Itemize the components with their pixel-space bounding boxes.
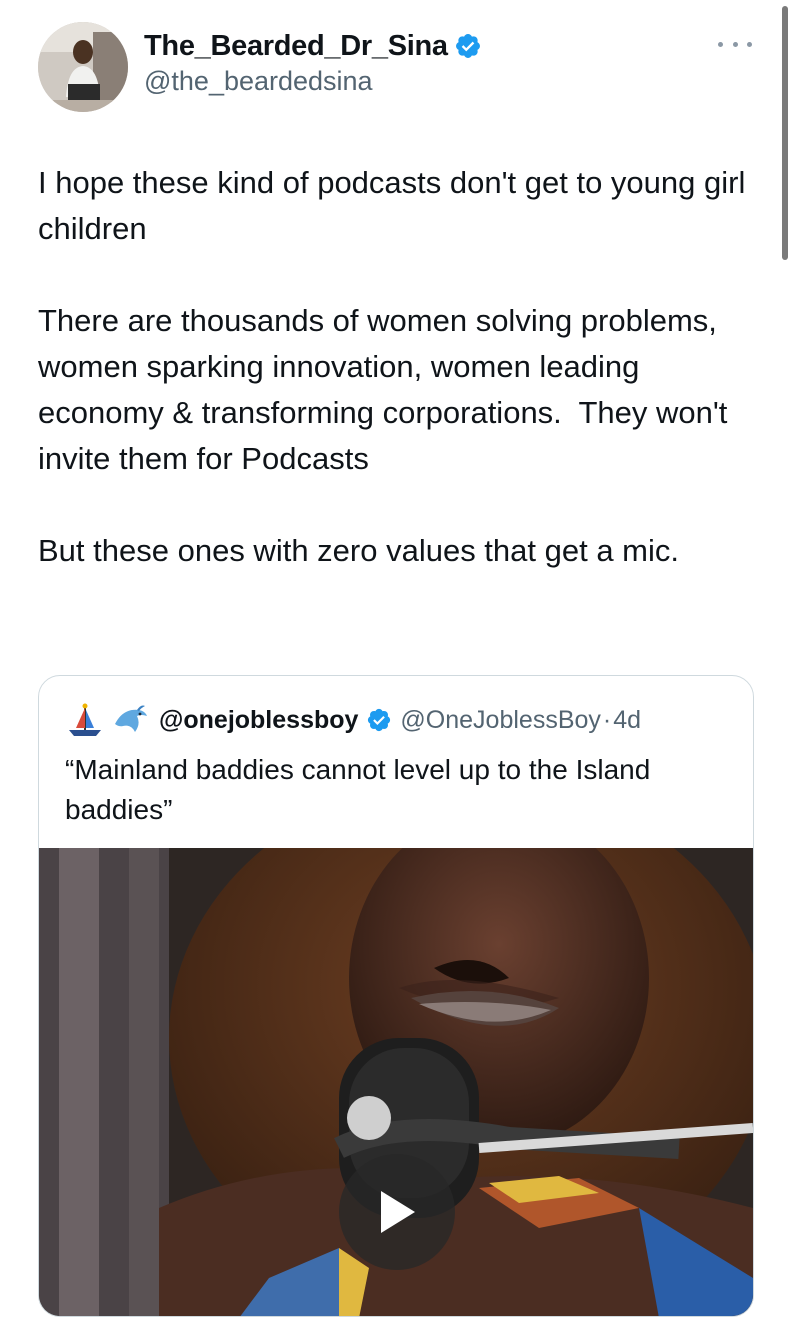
more-dot <box>747 41 752 47</box>
quoted-display-name[interactable]: @onejoblessboy <box>159 706 358 735</box>
scrollbar[interactable] <box>782 6 788 260</box>
play-icon <box>381 1191 415 1233</box>
author-handle[interactable]: @the_beardedsina <box>144 66 482 97</box>
quoted-tweet-card[interactable]: @onejoblessboy @OneJoblessBoy · 4d “Main… <box>38 675 754 1317</box>
author-names: The_Bearded_Dr_Sina @the_beardedsina <box>144 28 482 97</box>
quoted-video[interactable] <box>39 848 753 1316</box>
tweet-detail: The_Bearded_Dr_Sina @the_beardedsina I h… <box>0 0 792 1317</box>
verified-badge-icon[interactable] <box>366 707 392 733</box>
quoted-handle[interactable]: @OneJoblessBoy <box>400 706 600 735</box>
more-options-icon[interactable] <box>718 36 752 52</box>
play-button[interactable] <box>339 1154 455 1270</box>
tweet-paragraph: I hope these kind of podcasts don't get … <box>38 165 754 246</box>
tweet-text: I hope these kind of podcasts don't get … <box>38 160 758 574</box>
tweet-paragraph: There are thousands of women solving pro… <box>38 303 737 476</box>
author-avatar[interactable] <box>38 22 128 112</box>
quoted-tweet-header: @onejoblessboy @OneJoblessBoy · 4d <box>65 700 641 740</box>
quoted-tweet-text: “Mainland baddies cannot level up to the… <box>65 754 651 825</box>
dolphin-emoji-icon <box>115 705 147 732</box>
tweet-paragraph: But these ones with zero values that get… <box>38 533 680 568</box>
quoted-timestamp[interactable]: 4d <box>613 706 641 735</box>
tweet-header: The_Bearded_Dr_Sina @the_beardedsina <box>38 22 758 114</box>
author-display-name[interactable]: The_Bearded_Dr_Sina <box>144 30 448 63</box>
more-dot <box>718 41 723 47</box>
quoted-author-avatar[interactable] <box>65 702 151 738</box>
profile-photo <box>38 22 128 112</box>
ship-logo-icon <box>69 703 101 736</box>
verified-badge-icon[interactable] <box>454 32 482 60</box>
separator-dot: · <box>602 705 612 734</box>
more-dot <box>732 41 738 47</box>
